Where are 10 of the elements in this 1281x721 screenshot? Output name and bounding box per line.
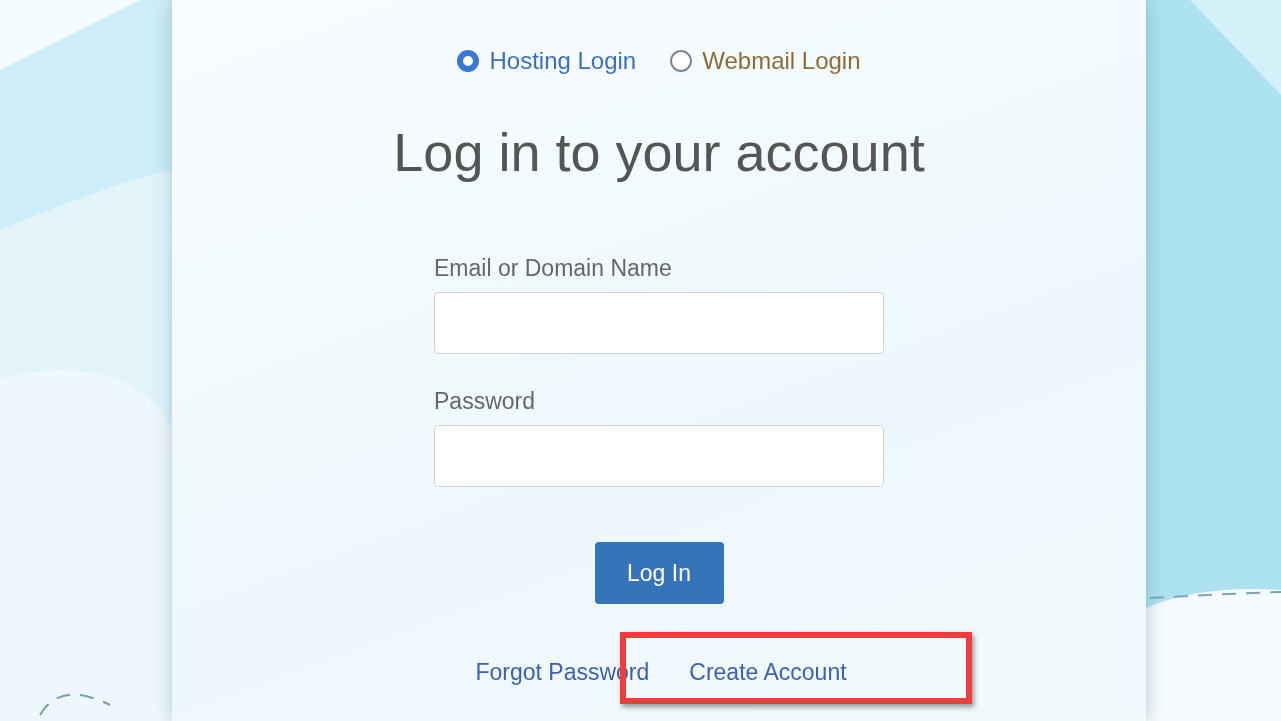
field-label: Password (434, 388, 536, 415)
input-field[interactable] (434, 425, 884, 487)
login-type-radio[interactable]: Webmail Login (670, 47, 861, 75)
login-type-radio[interactable]: Hosting Login (457, 47, 637, 75)
field-label: Email or Domain Name (434, 255, 673, 282)
dashed-line (39, 693, 111, 716)
login-button[interactable]: Log In (594, 542, 724, 604)
page-heading: Log in to your account (393, 121, 925, 183)
input-field[interactable] (434, 292, 884, 354)
text-link[interactable]: Create Account (689, 659, 847, 686)
